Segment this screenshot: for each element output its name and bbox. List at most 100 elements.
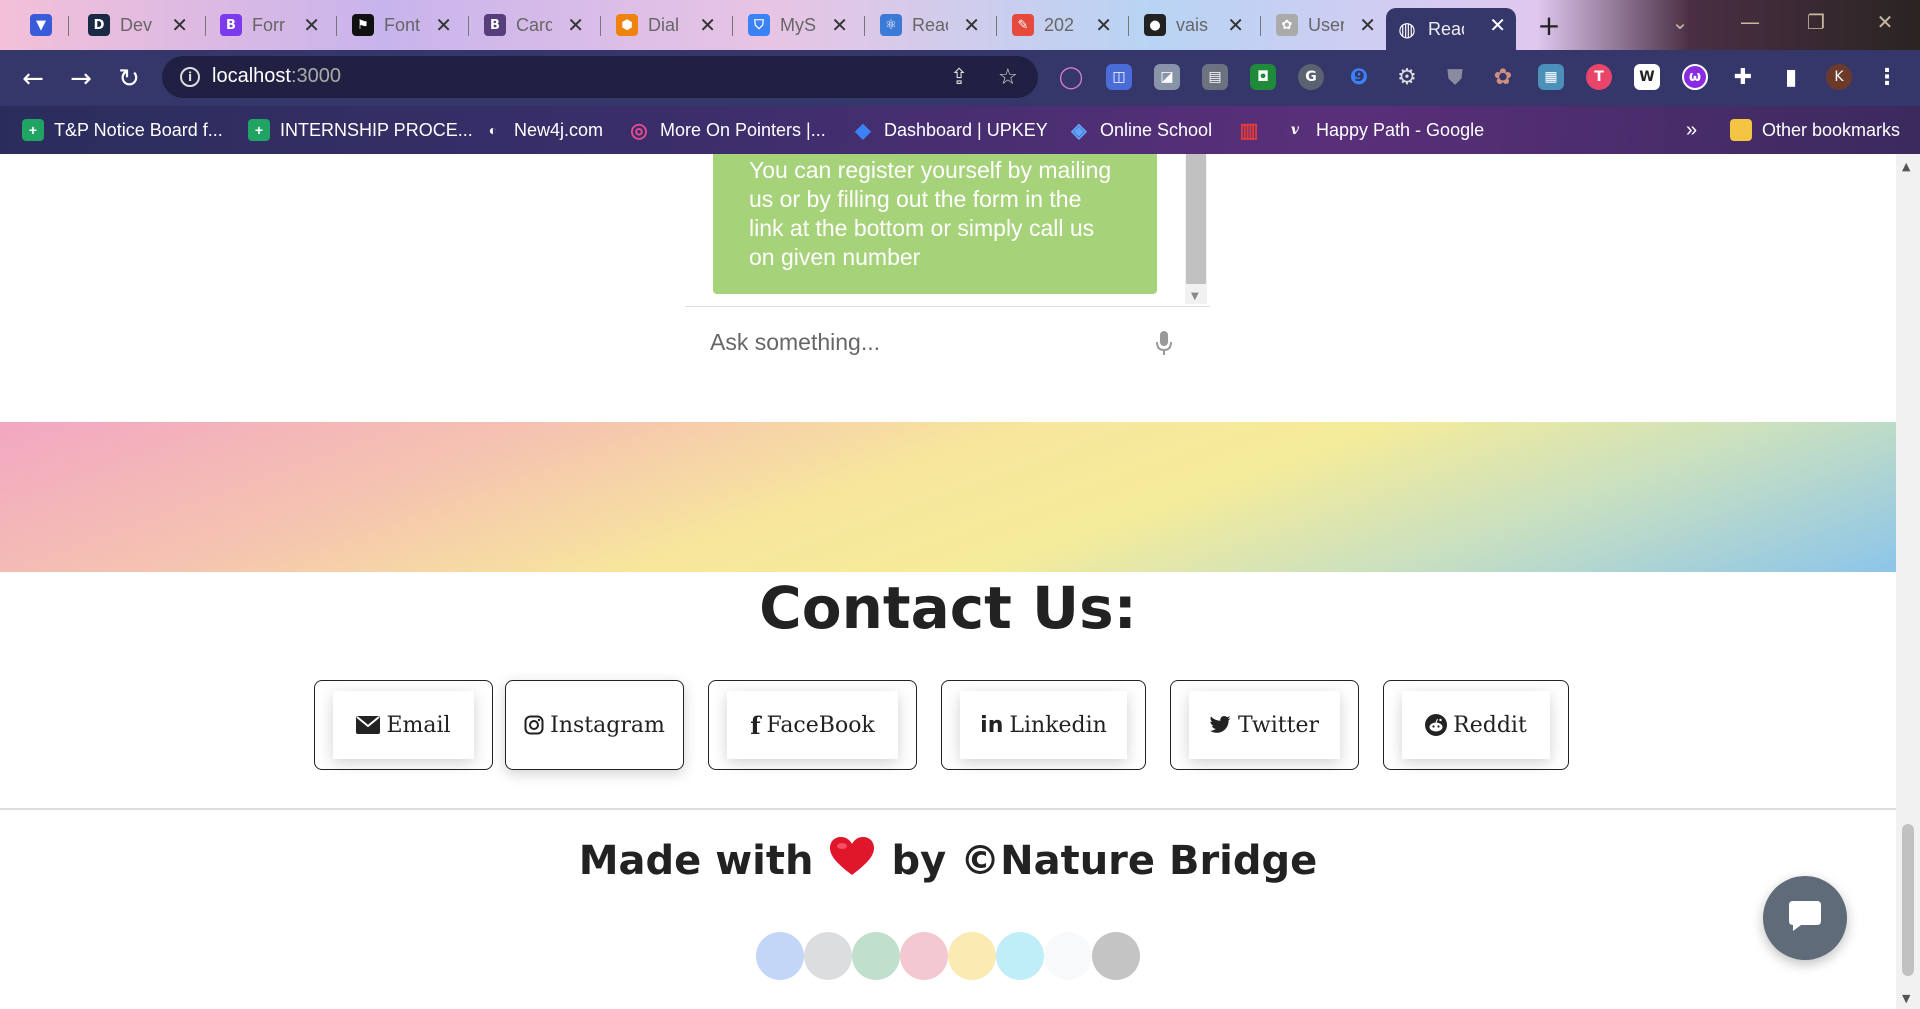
- tab-close-icon[interactable]: ✕: [699, 13, 716, 37]
- tab-close-icon[interactable]: ✕: [1359, 13, 1376, 37]
- happy-path-icon: v: [1290, 122, 1300, 138]
- theme-dot-white[interactable]: [1044, 932, 1092, 980]
- linkedin-button-inner[interactable]: in Linkedin: [960, 691, 1127, 759]
- minimize-button[interactable]: —: [1715, 0, 1785, 44]
- chat-input[interactable]: [710, 324, 1130, 360]
- reload-button[interactable]: ↻: [114, 64, 144, 94]
- sheets-icon: +: [248, 119, 270, 141]
- tab-3[interactable]: B Card ✕: [474, 8, 594, 42]
- page-scroll-thumb[interactable]: [1902, 824, 1914, 976]
- theme-dot-blue[interactable]: [756, 932, 804, 980]
- extension-grid-icon[interactable]: ▦: [1538, 64, 1564, 90]
- extension-grammarly-icon[interactable]: G: [1298, 64, 1324, 90]
- email-button[interactable]: Email: [314, 680, 493, 770]
- twitter-button-inner[interactable]: Twitter: [1189, 691, 1340, 759]
- tab-10-active[interactable]: ◍ Reac ✕: [1386, 8, 1516, 50]
- linkedin-button[interactable]: in Linkedin: [941, 680, 1146, 770]
- chat-scrollbar[interactable]: ▼: [1185, 154, 1207, 304]
- tab-logo-icon: ▼: [30, 14, 52, 36]
- extension-purple-icon[interactable]: ω: [1682, 64, 1708, 90]
- bookmark-item[interactable]: + T&P Notice Board f...: [22, 116, 223, 144]
- profile-avatar[interactable]: K: [1826, 64, 1852, 90]
- extension-printer-icon[interactable]: ▤: [1202, 64, 1228, 90]
- tab-separator: [864, 16, 865, 36]
- bookmark-label: INTERNSHIP PROCE...: [280, 119, 473, 140]
- scroll-down-icon[interactable]: ▼: [1902, 992, 1910, 1005]
- forward-button[interactable]: →: [66, 64, 96, 94]
- store-icon: ▥: [1239, 119, 1259, 142]
- tab-1[interactable]: B Forr ✕: [210, 8, 330, 42]
- instagram-button-inner[interactable]: Instagram: [524, 691, 665, 759]
- extension-flower-icon[interactable]: ✿: [1490, 64, 1516, 90]
- tab-close-icon[interactable]: ✕: [1227, 13, 1244, 37]
- tab-home-icon[interactable]: ▼: [20, 8, 70, 42]
- reddit-button[interactable]: Reddit: [1383, 680, 1569, 770]
- extension-circle-icon[interactable]: ◯: [1058, 64, 1084, 90]
- bookmark-item[interactable]: + INTERNSHIP PROCE...: [248, 116, 473, 144]
- theme-dot-silver[interactable]: [1092, 932, 1140, 980]
- tab-8[interactable]: ● vais ✕: [1134, 8, 1254, 42]
- microphone-icon[interactable]: [1155, 330, 1173, 360]
- tab-close-icon[interactable]: ✕: [1095, 13, 1112, 37]
- extension-pink-icon[interactable]: T: [1586, 64, 1612, 90]
- page-scrollbar[interactable]: ▲ ▼: [1896, 154, 1920, 1009]
- tab-2[interactable]: ⚑ Font ✕: [342, 8, 462, 42]
- bookmark-item[interactable]: v Happy Path - Google: [1284, 116, 1484, 144]
- extension-blue-icon[interactable]: ❾: [1346, 64, 1372, 90]
- bookmark-star-icon[interactable]: ☆: [998, 65, 1018, 90]
- share-icon[interactable]: ⇪: [950, 65, 968, 90]
- extension-screen-icon[interactable]: ◫: [1106, 64, 1132, 90]
- footer-divider: [0, 808, 1896, 810]
- facebook-button-inner[interactable]: f FaceBook: [727, 691, 898, 759]
- site-info-icon[interactable]: i: [180, 67, 200, 87]
- chat-scroll-down-icon[interactable]: ▼: [1191, 291, 1199, 302]
- extension-green-icon[interactable]: ◘: [1250, 64, 1276, 90]
- theme-dot-cyan[interactable]: [996, 932, 1044, 980]
- new-tab-button[interactable]: +: [1530, 8, 1568, 42]
- close-window-button[interactable]: ✕: [1850, 0, 1920, 44]
- browser-menu-icon[interactable]: ⋮: [1874, 64, 1900, 90]
- twitter-button[interactable]: Twitter: [1170, 680, 1359, 770]
- address-bar[interactable]: i localhost:3000 ⇪ ☆: [162, 56, 1038, 98]
- open-chat-button[interactable]: [1763, 876, 1847, 960]
- theme-dot-grey[interactable]: [804, 932, 852, 980]
- tab-close-icon[interactable]: ✕: [303, 13, 320, 37]
- email-button-inner[interactable]: Email: [333, 691, 474, 759]
- tab-7[interactable]: ✎ 202 ✕: [1002, 8, 1122, 42]
- tab-5[interactable]: ⛉ MyS ✕: [738, 8, 858, 42]
- tab-close-icon[interactable]: ✕: [1489, 13, 1506, 37]
- tab-6[interactable]: ⚛ Reac ✕: [870, 8, 990, 42]
- tab-9[interactable]: ✿ User ✕: [1266, 8, 1386, 42]
- back-button[interactable]: ←: [18, 64, 48, 94]
- extensions-puzzle-icon[interactable]: ✚: [1730, 64, 1756, 90]
- tab-close-icon[interactable]: ✕: [963, 13, 980, 37]
- extension-gear-icon[interactable]: ⚙: [1394, 64, 1420, 90]
- bookmarks-overflow-button[interactable]: »: [1686, 116, 1697, 144]
- tab-0[interactable]: D Dev ✕: [78, 8, 198, 42]
- tab-close-icon[interactable]: ✕: [171, 13, 188, 37]
- tab-close-icon[interactable]: ✕: [567, 13, 584, 37]
- extension-w-icon[interactable]: W: [1634, 64, 1660, 90]
- other-bookmarks[interactable]: Other bookmarks: [1730, 116, 1900, 144]
- theme-dot-yellow[interactable]: [948, 932, 996, 980]
- extension-chart-icon[interactable]: ◪: [1154, 64, 1180, 90]
- instagram-button[interactable]: Instagram: [505, 680, 684, 770]
- bookmark-item[interactable]: ◆ Dashboard | UPKEY: [852, 116, 1047, 144]
- side-panel-icon[interactable]: ▮: [1778, 64, 1804, 90]
- tab-close-icon[interactable]: ✕: [435, 13, 452, 37]
- tab-close-icon[interactable]: ✕: [831, 13, 848, 37]
- reddit-button-inner[interactable]: Reddit: [1402, 691, 1550, 759]
- extension-shield-icon[interactable]: ⛊: [1442, 64, 1468, 90]
- bookmark-item[interactable]: ▥: [1238, 116, 1270, 144]
- bookmark-item[interactable]: ◐ New4j.com: [482, 116, 603, 144]
- tab-4[interactable]: ⬢ Dial ✕: [606, 8, 726, 42]
- bookmark-item[interactable]: ◈ Online School: [1068, 116, 1212, 144]
- theme-dot-green[interactable]: [852, 932, 900, 980]
- facebook-button[interactable]: f FaceBook: [708, 680, 917, 770]
- tab-search-icon[interactable]: ⌄: [1645, 0, 1715, 44]
- theme-dot-pink[interactable]: [900, 932, 948, 980]
- restore-button[interactable]: ❐: [1781, 0, 1851, 44]
- scroll-up-icon[interactable]: ▲: [1902, 160, 1910, 173]
- chat-scroll-thumb[interactable]: [1186, 154, 1206, 284]
- bookmark-item[interactable]: ◎ More On Pointers |...: [628, 116, 825, 144]
